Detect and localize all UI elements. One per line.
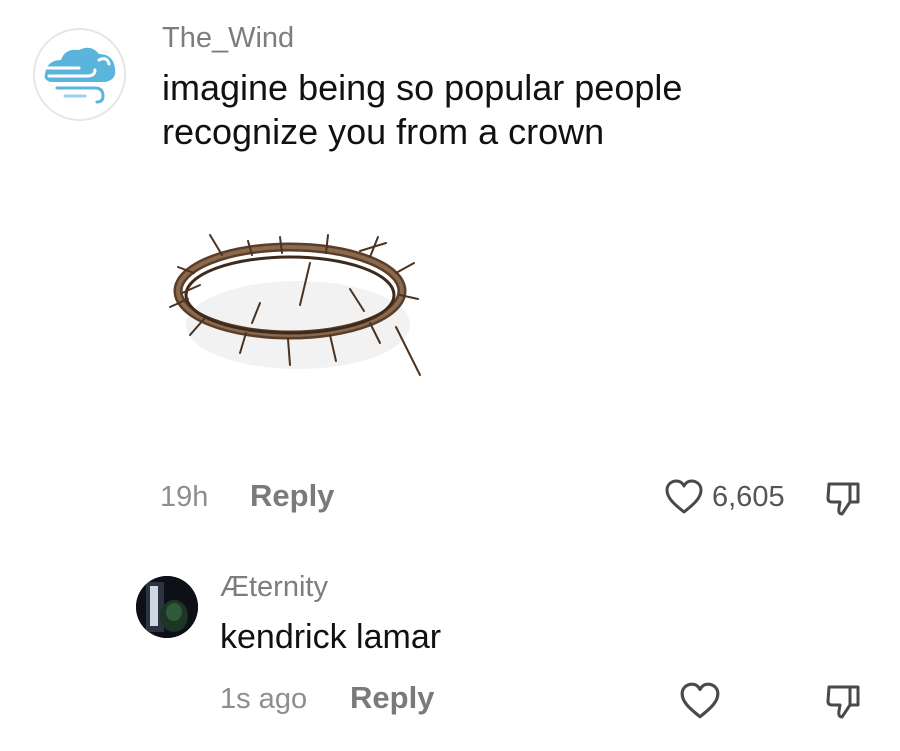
heart-icon[interactable]	[664, 478, 704, 516]
comment-text: imagine being so popular people recogniz…	[162, 67, 683, 152]
reply-button[interactable]: Reply	[350, 680, 434, 716]
like-count: 6,605	[712, 481, 785, 513]
avatar[interactable]	[136, 576, 198, 638]
username[interactable]: The_Wind	[162, 22, 294, 55]
avatar[interactable]	[33, 28, 126, 121]
dislike-icon[interactable]	[824, 478, 864, 518]
crown-of-thorns-image	[169, 234, 421, 376]
username[interactable]: Æternity	[220, 571, 328, 604]
timestamp: 19h	[160, 481, 209, 513]
heart-icon[interactable]	[679, 681, 721, 721]
reply-button[interactable]: Reply	[250, 478, 334, 514]
wind-cloud-icon	[35, 30, 124, 119]
dislike-icon[interactable]	[824, 681, 864, 721]
dark-portrait-avatar	[136, 576, 198, 638]
comment-text: kendrick lamar	[220, 618, 442, 656]
timestamp: 1s ago	[220, 683, 308, 715]
